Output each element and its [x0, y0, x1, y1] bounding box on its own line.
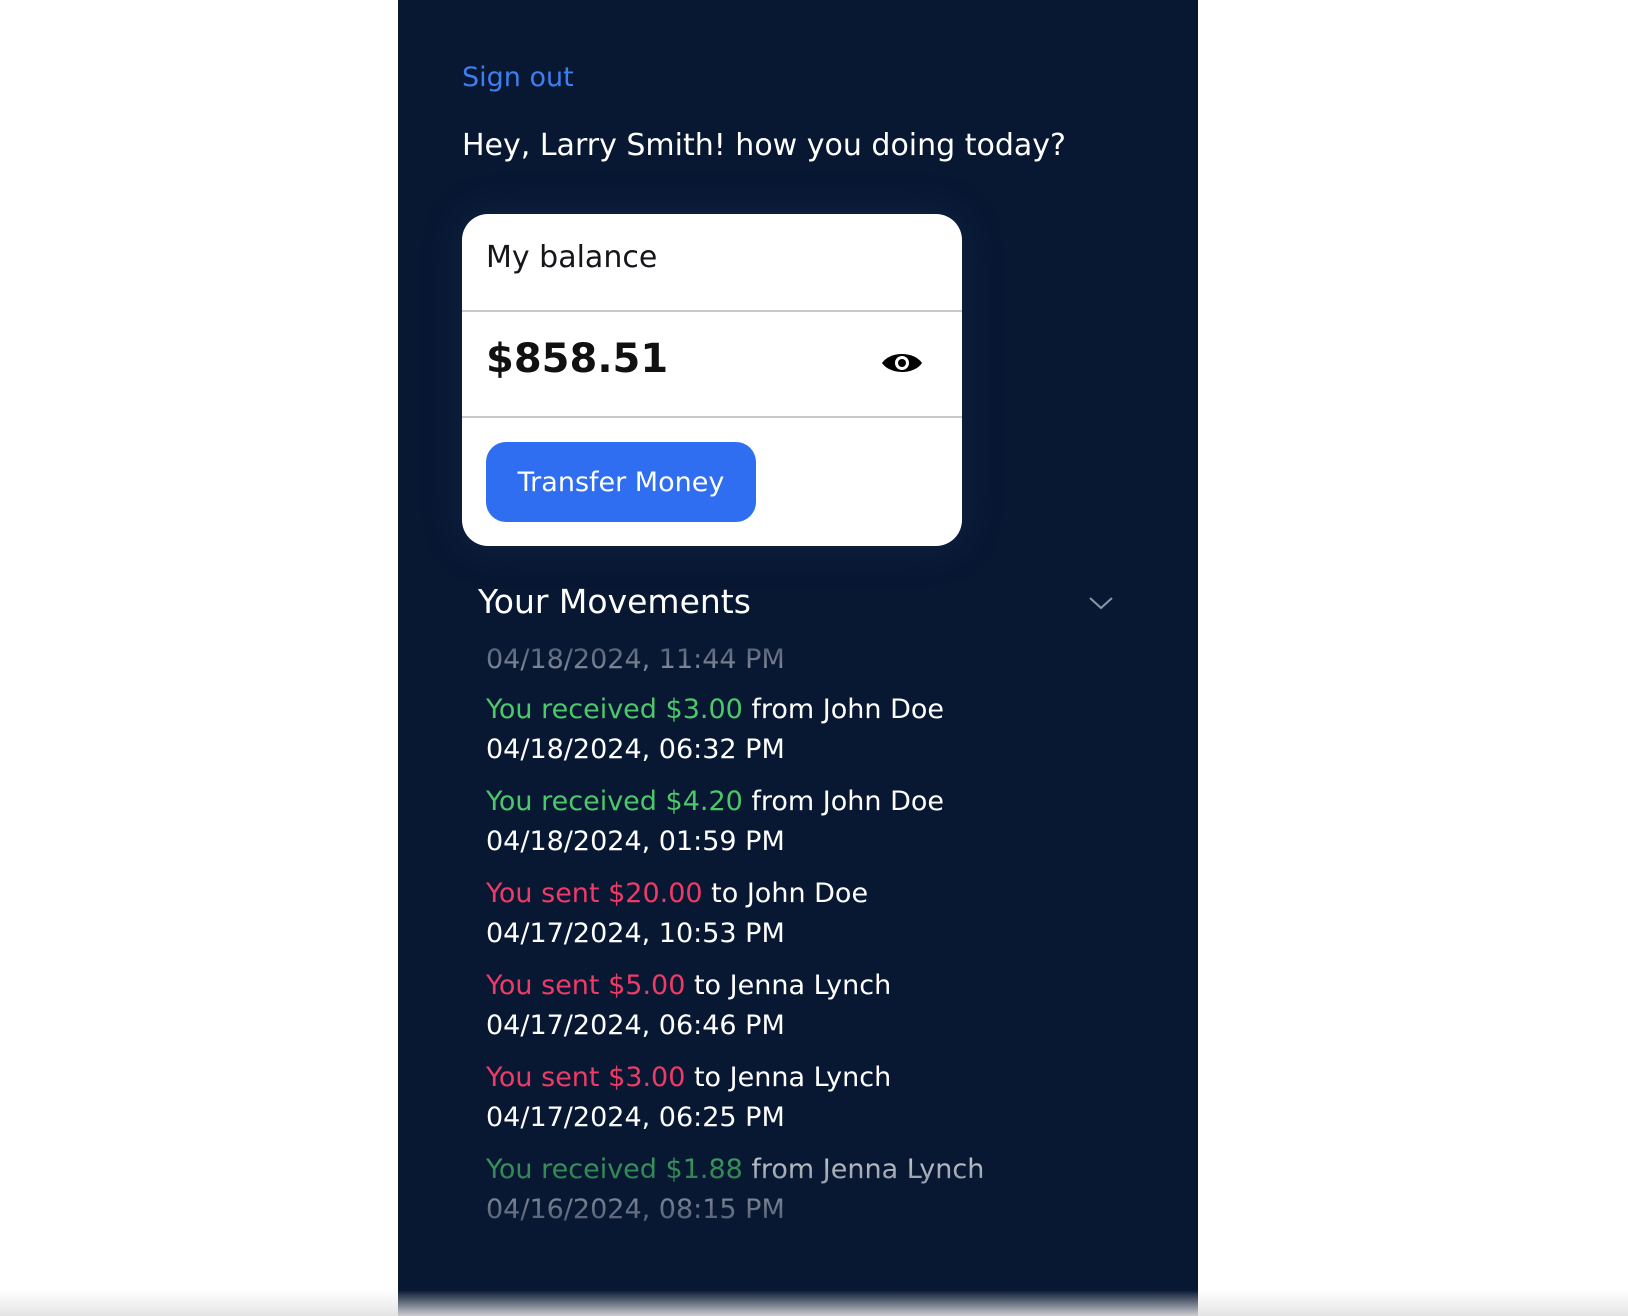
movements-list[interactable]: 04/18/2024, 11:44 PM You received $3.00 …	[486, 640, 1166, 1230]
movement-date: 04/17/2024, 10:53 PM	[486, 918, 785, 949]
movement-date: 04/17/2024, 06:46 PM	[486, 1010, 785, 1041]
transfer-money-button[interactable]: Transfer Money	[486, 442, 756, 522]
movement-date: 04/18/2024, 11:44 PM	[486, 644, 785, 675]
movement-amount: $4.20	[665, 786, 743, 817]
movement-counterparty: to John Doe	[702, 878, 869, 909]
movement-item: You received $4.20 from John Doe 04/18/20…	[486, 782, 1166, 862]
movement-amount: $20.00	[608, 878, 703, 909]
divider	[462, 310, 962, 312]
movement-amount: $1.88	[665, 1154, 743, 1185]
balance-card-title: My balance	[486, 240, 658, 275]
movement-date: 04/17/2024, 06:25 PM	[486, 1102, 785, 1133]
movement-action: You received	[486, 694, 666, 725]
movement-item: You received $3.00 from John Doe 04/18/20…	[486, 690, 1166, 770]
chevron-down-icon[interactable]	[1088, 594, 1114, 612]
movement-action: You sent	[486, 970, 609, 1001]
movement-description: You received $3.00 from John Doe	[486, 690, 1166, 730]
movement-action: You received	[486, 786, 666, 817]
movement-counterparty: from Jenna Lynch	[742, 1154, 985, 1185]
movement-item: You sent $20.00 to John Doe 04/17/2024, 1…	[486, 874, 1166, 954]
page: Sign out Hey, Larry Smith! how you doing…	[0, 0, 1628, 1316]
movement-action: You sent	[486, 878, 609, 909]
movement-amount: $5.00	[608, 970, 686, 1001]
movement-description: You received $1.88 from Jenna Lynch	[486, 1150, 1166, 1190]
movement-description: You sent $20.00 to John Doe	[486, 874, 1166, 914]
movement-description: You sent $3.00 to Jenna Lynch	[486, 1058, 1166, 1098]
movement-amount: $3.00	[665, 694, 743, 725]
movement-item: You sent $3.00 to Jenna Lynch 04/17/2024,…	[486, 1058, 1166, 1138]
movement-action: You received	[486, 1154, 666, 1185]
movement-description: You sent $5.00 to Jenna Lynch	[486, 966, 1166, 1006]
movement-counterparty: to Jenna Lynch	[685, 970, 892, 1001]
movement-counterparty: from John Doe	[742, 786, 945, 817]
movement-date: 04/18/2024, 01:59 PM	[486, 826, 785, 857]
movement-amount: $3.00	[608, 1062, 686, 1093]
movement-action: You sent	[486, 1062, 609, 1093]
dashboard-panel: Sign out Hey, Larry Smith! how you doing…	[398, 0, 1198, 1316]
sign-out-link[interactable]: Sign out	[462, 62, 574, 93]
movement-item: You sent $5.00 to Jenna Lynch 04/17/2024,…	[486, 966, 1166, 1046]
greeting-text: Hey, Larry Smith! how you doing today?	[462, 128, 1066, 163]
divider	[462, 416, 962, 418]
movement-counterparty: to Jenna Lynch	[685, 1062, 892, 1093]
movement-date: 04/16/2024, 08:15 PM	[486, 1194, 785, 1225]
balance-card: My balance $858.51 Transfer Money	[462, 214, 962, 546]
movements-title: Your Movements	[478, 582, 751, 621]
movement-date: 04/18/2024, 06:32 PM	[486, 734, 785, 765]
movement-item: You received $1.88 from Jenna Lynch 04/16…	[486, 1150, 1166, 1230]
movement-description: You received $4.20 from John Doe	[486, 782, 1166, 822]
movement-counterparty: from John Doe	[742, 694, 945, 725]
balance-amount: $858.51	[486, 336, 669, 382]
eye-icon[interactable]	[880, 348, 924, 378]
